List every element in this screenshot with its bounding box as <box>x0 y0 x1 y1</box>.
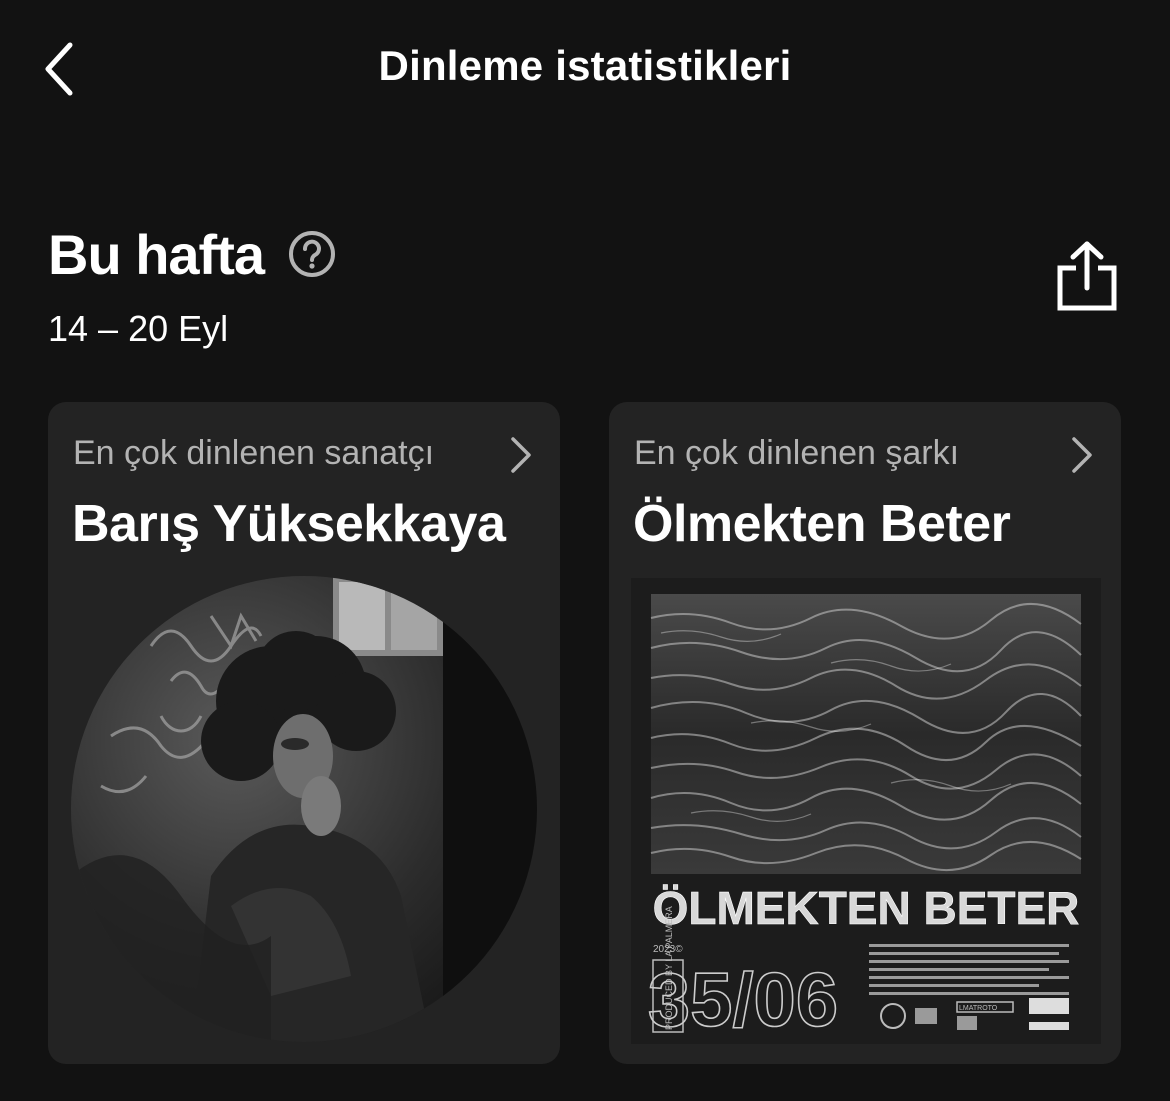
top-artist-name: Barış Yüksekkaya <box>72 495 506 553</box>
chevron-right-icon <box>1072 437 1092 473</box>
album-cover: ÖLMEKTEN BETER 2023© PRODUCED BY LA PALM… <box>631 578 1101 1044</box>
cover-title: ÖLMEKTEN BETER <box>653 882 1080 934</box>
question-circle-icon <box>289 231 335 277</box>
artist-photo <box>71 576 537 1042</box>
card-label: En çok dinlenen sanatçı <box>73 434 435 472</box>
section-title: Bu hafta <box>48 223 265 286</box>
cover-number: 35/06 <box>648 958 838 1043</box>
chevron-right-icon <box>511 437 531 473</box>
top-song-title: Ölmekten Beter <box>633 495 1011 553</box>
cover-label: LMATROTO <box>959 1005 998 1012</box>
top-artist-card[interactable]: En çok dinlenen sanatçı Barış Yüksekkaya <box>48 402 560 1064</box>
page-title: Dinleme istatistikleri <box>378 42 792 89</box>
card-label: En çok dinlenen şarkı <box>634 434 960 472</box>
listening-stats-page: Dinleme istatistikleri Bu hafta 14 – 20 … <box>0 0 1170 1101</box>
date-range: 14 – 20 Eyl <box>48 308 229 349</box>
help-button[interactable] <box>288 230 336 278</box>
share-button[interactable] <box>1054 238 1120 314</box>
share-icon <box>1057 241 1117 311</box>
top-song-card[interactable]: En çok dinlenen şarkı Ölmekten Beter ÖLM… <box>609 402 1121 1064</box>
